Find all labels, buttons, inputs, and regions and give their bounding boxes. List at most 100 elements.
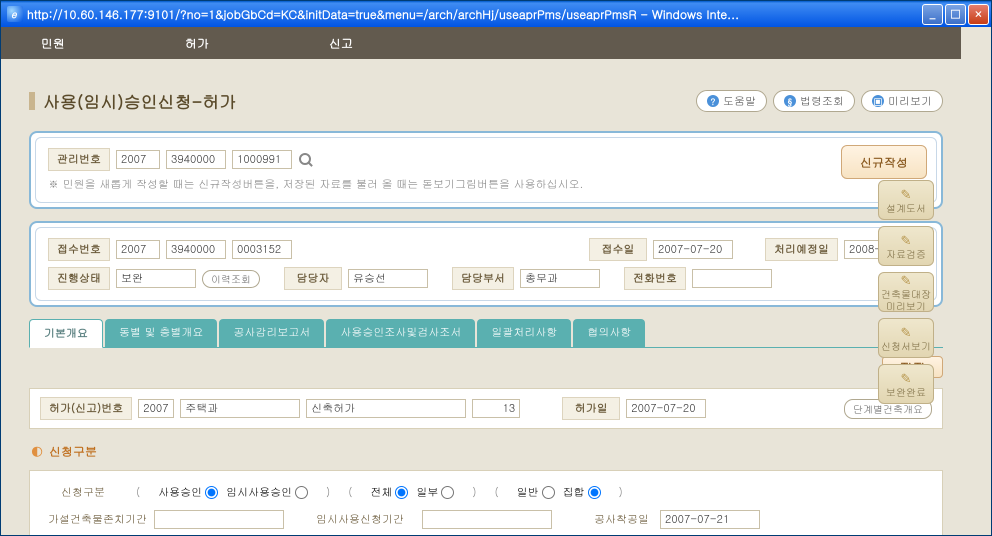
law-icon: § bbox=[784, 95, 796, 107]
pencil-icon: ✎ bbox=[901, 232, 912, 248]
apply-section-title: 신청구분 bbox=[31, 443, 943, 460]
manager-input[interactable] bbox=[348, 269, 428, 288]
pencil-icon: ✎ bbox=[901, 186, 912, 202]
nav-heoga[interactable]: 허가 bbox=[185, 35, 209, 52]
status-label: 진행상태 bbox=[48, 267, 110, 290]
due-date-label: 처리예정일 bbox=[765, 238, 838, 261]
temp-struct-period-label: 가설건축물존치기간 bbox=[48, 512, 148, 527]
preview-icon: ▣ bbox=[872, 95, 884, 107]
apply-section-block: 신청구분 ( 사용승인 임시사용승인 ) ( 전체 일부 ) ( bbox=[29, 470, 943, 535]
side-data-verify-label: 자료검증 bbox=[886, 248, 926, 260]
receipt-code1-input[interactable] bbox=[166, 240, 226, 259]
window-title: http://10.60.146.177:9101/?no=1&jobGbCd=… bbox=[27, 6, 922, 23]
permit-date-input[interactable] bbox=[626, 399, 706, 418]
side-design-docs-button[interactable]: ✎설계도서 bbox=[878, 180, 934, 220]
permit-date-label: 허가일 bbox=[562, 397, 620, 420]
receipt-panel: 접수번호 접수일 처리예정일 진행상태 bbox=[29, 221, 943, 307]
permit-type-input[interactable] bbox=[306, 399, 466, 418]
page-title: 사용(임시)승인신청-허가 bbox=[43, 89, 696, 113]
tab-consultation[interactable]: 협의사항 bbox=[573, 319, 645, 347]
temp-use-period-input[interactable] bbox=[422, 510, 552, 529]
side-data-verify-button[interactable]: ✎자료검증 bbox=[878, 226, 934, 266]
dept-input[interactable] bbox=[520, 269, 600, 288]
side-view-application-button[interactable]: ✎신청서보기 bbox=[878, 318, 934, 358]
history-button[interactable]: 이력조회 bbox=[202, 270, 260, 288]
pencil-icon: ✎ bbox=[901, 370, 912, 386]
radio-use-approval[interactable]: 사용승인 bbox=[158, 485, 218, 500]
window-titlebar: http://10.60.146.177:9101/?no=1&jobGbCd=… bbox=[1, 1, 991, 27]
receipt-date-label: 접수일 bbox=[589, 238, 647, 261]
construction-start-input[interactable] bbox=[660, 510, 760, 529]
apply-kind-group2: 전체 일부 bbox=[370, 485, 454, 500]
main-scroll-area[interactable]: 민원 허가 신고 사용(임시)승인신청-허가 ? 도움말 § 법령조회 ▣ 미리보기 bbox=[1, 27, 991, 535]
law-lookup-button[interactable]: § 법령조회 bbox=[773, 90, 855, 112]
radio-general-label: 일반 bbox=[517, 485, 539, 500]
tab-supervision-report[interactable]: 공사감리보고서 bbox=[219, 319, 324, 347]
radio-partial[interactable]: 일부 bbox=[416, 485, 454, 500]
side-view-application-label: 신청서보기 bbox=[881, 340, 931, 352]
radio-use-approval-label: 사용승인 bbox=[158, 485, 202, 500]
mgmt-code2-input[interactable] bbox=[232, 150, 292, 169]
radio-whole[interactable]: 전체 bbox=[370, 485, 408, 500]
side-building-register-preview-button[interactable]: ✎건축물대장미리보기 bbox=[878, 272, 934, 312]
permit-year-input[interactable] bbox=[138, 399, 174, 418]
nav-minwon[interactable]: 민원 bbox=[41, 35, 65, 52]
tab-dong-floor[interactable]: 동별 및 층별개요 bbox=[105, 319, 217, 347]
side-building-preview-label: 미리보기 bbox=[886, 300, 926, 312]
new-create-button[interactable]: 신규작성 bbox=[841, 145, 927, 179]
apply-kind-group3: 일반 집합 bbox=[517, 485, 601, 500]
temp-use-period-label: 임시사용신청기간 bbox=[316, 512, 416, 527]
pencil-icon: ✎ bbox=[901, 324, 912, 340]
top-nav: 민원 허가 신고 bbox=[1, 27, 961, 59]
mgmt-code1-input[interactable] bbox=[166, 150, 226, 169]
apply-section-title-text: 신청구분 bbox=[49, 443, 97, 460]
tel-input[interactable] bbox=[692, 269, 772, 288]
side-building-register-label: 건축물대장 bbox=[881, 288, 931, 300]
tab-batch-items[interactable]: 일괄처리사항 bbox=[477, 319, 571, 347]
management-number-panel: 관리번호 ※ 민원을 새롭게 작성할 때는 신규작성버튼을, 저장된 자료를 불… bbox=[29, 131, 943, 209]
permit-dept-input[interactable] bbox=[180, 399, 300, 418]
preview-button[interactable]: ▣ 미리보기 bbox=[861, 90, 943, 112]
status-input[interactable] bbox=[116, 269, 196, 288]
preview-button-label: 미리보기 bbox=[888, 94, 932, 109]
help-button-label: 도움말 bbox=[723, 94, 756, 109]
radio-aggregate[interactable]: 집합 bbox=[563, 485, 601, 500]
mgmt-no-label: 관리번호 bbox=[48, 148, 110, 171]
permit-seq-input[interactable] bbox=[472, 399, 520, 418]
tab-inspection-report[interactable]: 사용승인조사및검사조서 bbox=[326, 319, 475, 347]
tab-bar: 기본개요 동별 및 층별개요 공사감리보고서 사용승인조사및검사조서 일괄처리사… bbox=[29, 319, 943, 348]
receipt-date-input[interactable] bbox=[653, 240, 733, 259]
radio-aggregate-label: 집합 bbox=[563, 485, 585, 500]
radio-partial-label: 일부 bbox=[416, 485, 438, 500]
window-maximize-button[interactable]: □ bbox=[945, 4, 966, 25]
tab-basic-overview[interactable]: 기본개요 bbox=[29, 319, 103, 348]
tel-label: 전화번호 bbox=[624, 267, 686, 290]
permit-no-label: 허가(신고)번호 bbox=[40, 397, 132, 420]
receipt-no-label: 접수번호 bbox=[48, 238, 110, 261]
help-icon: ? bbox=[707, 95, 719, 107]
receipt-year-input[interactable] bbox=[116, 240, 160, 259]
radio-general[interactable]: 일반 bbox=[517, 485, 555, 500]
side-supplement-complete-button[interactable]: ✎보완완료 bbox=[878, 364, 934, 404]
search-icon[interactable] bbox=[298, 152, 314, 168]
ie-icon bbox=[7, 6, 23, 22]
help-button[interactable]: ? 도움말 bbox=[696, 90, 767, 112]
construction-start-label: 공사착공일 bbox=[594, 512, 654, 527]
window-minimize-button[interactable]: _ bbox=[922, 4, 943, 25]
nav-singo[interactable]: 신고 bbox=[329, 35, 353, 52]
mgmt-year-input[interactable] bbox=[116, 150, 160, 169]
window-close-button[interactable]: × bbox=[968, 4, 989, 25]
temp-struct-period-input[interactable] bbox=[154, 510, 284, 529]
law-button-label: 법령조회 bbox=[800, 94, 844, 109]
permit-block: 허가(신고)번호 허가일 단계별건축개요 bbox=[29, 388, 943, 429]
side-supplement-complete-label: 보완완료 bbox=[886, 386, 926, 398]
radio-temp-use-approval[interactable]: 임시사용승인 bbox=[226, 485, 308, 500]
apply-kind-label: 신청구분 bbox=[48, 485, 118, 500]
side-design-docs-label: 설계도서 bbox=[886, 202, 926, 214]
mgmt-hint-text: ※ 민원을 새롭게 작성할 때는 신규작성버튼을, 저장된 자료를 불러 올 때… bbox=[48, 177, 924, 192]
side-button-bar: ✎설계도서 ✎자료검증 ✎건축물대장미리보기 ✎신청서보기 ✎보완완료 bbox=[878, 180, 934, 404]
radio-temp-use-approval-label: 임시사용승인 bbox=[226, 485, 292, 500]
apply-kind-group1: 사용승인 임시사용승인 bbox=[158, 485, 308, 500]
receipt-code2-input[interactable] bbox=[232, 240, 292, 259]
pencil-icon: ✎ bbox=[901, 272, 912, 288]
